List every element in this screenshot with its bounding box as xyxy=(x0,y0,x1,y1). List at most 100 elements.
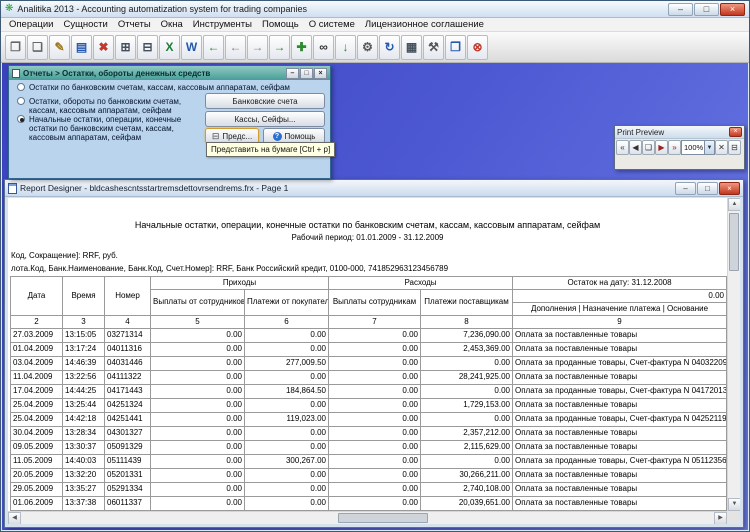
go-previous-button[interactable]: ← xyxy=(225,35,246,60)
report-row: 01.06.2009 13:37:38 06011337 0.00 0.00 0… xyxy=(11,497,727,511)
table-view-button[interactable]: ▦ xyxy=(401,35,422,60)
first-page-button[interactable]: « xyxy=(616,140,629,155)
cell-time: 13:22:56 xyxy=(63,371,105,385)
scroll-up-icon[interactable]: ▲ xyxy=(728,198,740,211)
menu-bar: ОперацииСущностиОтчетыОкнаИнструментыПом… xyxy=(1,18,749,32)
print-report-button[interactable]: ⊟ xyxy=(728,140,741,155)
cell-description: Оплата за поставленные товары xyxy=(513,399,727,413)
cell-payouts-to-employees: 0.00 xyxy=(329,399,421,413)
cell-payments-from-customers: 0.00 xyxy=(245,371,329,385)
header-row-main: Дата Время Номер Приходы Расходы Остаток… xyxy=(11,277,727,290)
delete-button[interactable]: ✖ xyxy=(93,35,114,60)
cell-description: Оплата за поставленные товары xyxy=(513,329,727,343)
col-header-payouts-from-employees: Выплаты от сотрудников xyxy=(151,290,245,316)
cash-safes-button[interactable]: Кассы, Сейфы... xyxy=(205,111,325,127)
close-preview-button[interactable]: ✕ xyxy=(715,140,728,155)
cell-number: 05201331 xyxy=(105,469,151,483)
cell-date: 25.04.2009 xyxy=(11,413,63,427)
next-page-button[interactable]: ▶ xyxy=(655,140,668,155)
report-page: Начальные остатки, операции, конечные ос… xyxy=(8,198,727,511)
vertical-scrollbar[interactable]: ▲ ▼ xyxy=(727,198,740,511)
menu-item[interactable]: Операции xyxy=(4,18,58,31)
cell-description: Оплата за проданные товары, Счет-фактура… xyxy=(513,357,727,371)
go-next-button[interactable]: → xyxy=(247,35,268,60)
cell-payouts-from-employees: 0.00 xyxy=(151,497,245,511)
menu-item[interactable]: Сущности xyxy=(58,18,112,31)
report-row: 25.04.2009 13:25:44 04251324 0.00 0.00 0… xyxy=(11,399,727,413)
cell-payments-to-suppliers: 2,357,212.00 xyxy=(421,427,513,441)
maximize-button[interactable]: □ xyxy=(694,3,719,16)
reports-dialog-titlebar[interactable]: Отчеты > Остатки, обороты денежных средс… xyxy=(9,66,330,80)
print-preview-titlebar[interactable]: Print Preview × xyxy=(615,126,744,139)
menu-item[interactable]: О системе xyxy=(304,18,360,31)
scroll-right-icon[interactable]: ▶ xyxy=(714,512,727,524)
word-export-icon: W xyxy=(186,41,197,53)
last-page-button[interactable]: » xyxy=(668,140,681,155)
menu-item[interactable]: Отчеты xyxy=(113,18,156,31)
word-export-button[interactable]: W xyxy=(181,35,202,60)
refresh-button[interactable]: ↻ xyxy=(379,35,400,60)
go-forward-button[interactable]: → xyxy=(269,35,290,60)
horizontal-scroll-thumb[interactable] xyxy=(338,513,428,523)
radio-icon xyxy=(17,83,25,91)
report-maximize-button[interactable]: □ xyxy=(697,182,718,195)
scroll-down-icon[interactable]: ▼ xyxy=(728,498,740,511)
cell-payouts-from-employees: 0.00 xyxy=(151,371,245,385)
radio-balances[interactable]: Остатки по банковским счетам, кассам, ка… xyxy=(17,83,327,92)
cell-number: 04251324 xyxy=(105,399,151,413)
horizontal-scrollbar[interactable]: ◀ ▶ xyxy=(8,511,727,524)
print-preview-button[interactable]: ⊞ xyxy=(115,35,136,60)
edit-document-button[interactable]: ✎ xyxy=(49,35,70,60)
bank-accounts-button[interactable]: Банковские счета xyxy=(205,93,325,109)
add-record-button[interactable]: ✚ xyxy=(291,35,312,60)
button-label: Банковские счета xyxy=(232,97,297,106)
radio-start-end-balances[interactable]: Начальные остатки, операции, конечные ос… xyxy=(17,115,203,142)
cell-date: 20.05.2009 xyxy=(11,469,63,483)
go-back-button[interactable]: ← xyxy=(203,35,224,60)
dialog-minimize-button[interactable]: – xyxy=(286,68,299,79)
move-down-button[interactable]: ↓ xyxy=(335,35,356,60)
save-button[interactable]: ▤ xyxy=(71,35,92,60)
help-icon: ? xyxy=(273,132,282,141)
excel-export-button[interactable]: X xyxy=(159,35,180,60)
copy-document-button[interactable]: ❏ xyxy=(27,35,48,60)
document-icon xyxy=(8,183,17,194)
add-record-icon: ✚ xyxy=(296,41,306,53)
report-page-area: Начальные остатки, операции, конечные ос… xyxy=(8,198,740,524)
report-designer-window: Report Designer - bldcashescntsstartrems… xyxy=(4,179,744,528)
copies-button[interactable]: ❏ xyxy=(642,140,655,155)
configure-button[interactable]: ⚙ xyxy=(357,35,378,60)
radio-balances-turnovers[interactable]: Остатки, обороты по банковским счетам, к… xyxy=(17,97,199,115)
cell-payouts-to-employees: 0.00 xyxy=(329,469,421,483)
dialog-maximize-button[interactable]: □ xyxy=(300,68,313,79)
report-minimize-button[interactable]: – xyxy=(675,182,696,195)
scroll-left-icon[interactable]: ◀ xyxy=(8,512,21,524)
search-button[interactable]: ∞ xyxy=(313,35,334,60)
dialog-close-button[interactable]: × xyxy=(314,68,327,79)
print-icon: ⊟ xyxy=(142,41,152,53)
menu-item[interactable]: Лицензионное соглашение xyxy=(360,18,489,31)
tools-button[interactable]: ⚒ xyxy=(423,35,444,60)
previous-page-button[interactable]: ◀ xyxy=(629,140,642,155)
vertical-scroll-thumb[interactable] xyxy=(729,213,739,271)
cell-number: 05111439 xyxy=(105,455,151,469)
report-designer-titlebar[interactable]: Report Designer - bldcashescntsstartrems… xyxy=(5,180,743,197)
cell-payouts-to-employees: 0.00 xyxy=(329,455,421,469)
menu-item[interactable]: Окна xyxy=(156,18,188,31)
new-document-button[interactable]: ❐ xyxy=(5,35,26,60)
col-header-additions: Дополнения | Назначение платежа | Основа… xyxy=(513,303,727,316)
minimize-button[interactable]: – xyxy=(668,3,693,16)
radio-label: Остатки по банковским счетам, кассам, ка… xyxy=(29,83,290,92)
dropdown-icon[interactable]: ▼ xyxy=(705,140,715,155)
menu-item[interactable]: Инструменты xyxy=(188,18,257,31)
stop-button[interactable]: ⊗ xyxy=(467,35,488,60)
cell-description: Оплата за поставленные товары xyxy=(513,343,727,357)
print-preview-close-button[interactable]: × xyxy=(729,127,742,137)
cell-payments-from-customers: 184,864.50 xyxy=(245,385,329,399)
report-close-button[interactable]: × xyxy=(719,182,740,195)
zoom-select[interactable]: 100% ▼ xyxy=(681,140,715,155)
close-button[interactable]: × xyxy=(720,3,745,16)
notebook-button[interactable]: ❒ xyxy=(445,35,466,60)
print-button[interactable]: ⊟ xyxy=(137,35,158,60)
menu-item[interactable]: Помощь xyxy=(257,18,304,31)
